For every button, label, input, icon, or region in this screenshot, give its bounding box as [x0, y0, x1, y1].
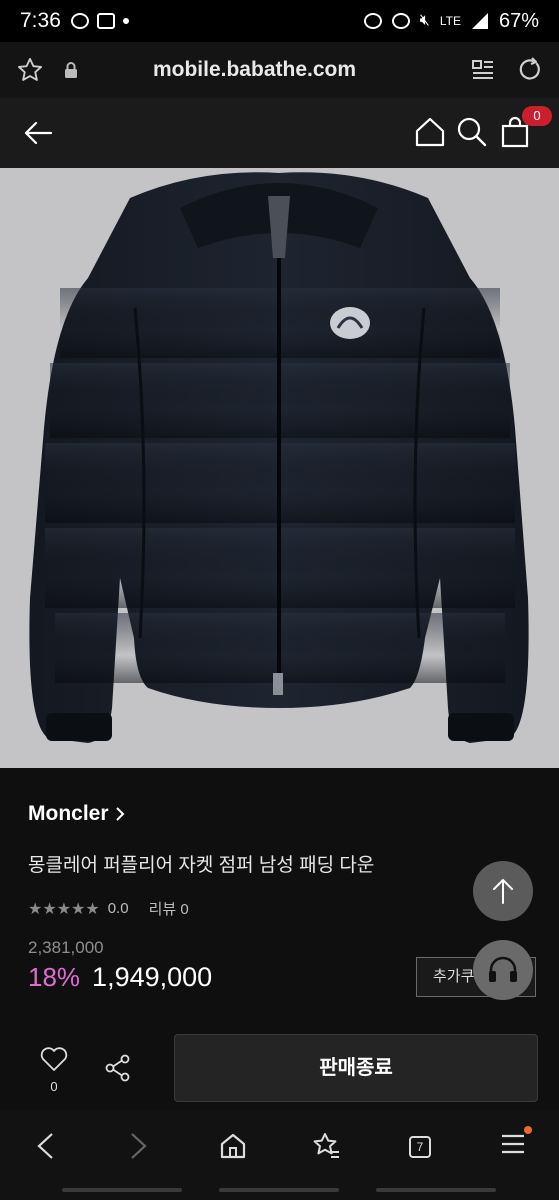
headset-icon — [489, 956, 517, 982]
alarm-icon — [363, 13, 382, 29]
battery-level: 67% — [498, 9, 539, 32]
home-icon[interactable] — [414, 116, 446, 148]
network-type: LTE — [439, 14, 461, 28]
status-time: 7:36 — [20, 9, 61, 32]
search-icon[interactable] — [456, 116, 488, 148]
rating-stars: ★★★★★ — [28, 900, 100, 918]
cart-count-badge: 0 — [522, 106, 552, 126]
app-header: 0 — [0, 98, 559, 168]
brand-link[interactable]: Moncler — [28, 802, 125, 826]
review-link[interactable]: 리뷰 0 — [149, 898, 189, 919]
heart-icon — [40, 1047, 68, 1071]
scroll-top-button[interactable] — [473, 861, 533, 921]
url-text[interactable]: mobile.babathe.com — [38, 58, 471, 82]
share-icon[interactable] — [104, 1054, 132, 1082]
gesture-bar — [62, 1188, 496, 1192]
rating-value: 0.0 — [107, 900, 129, 917]
customer-service-button[interactable] — [473, 940, 533, 1000]
signal-icon — [471, 13, 488, 29]
like-button[interactable]: 0 — [38, 1046, 70, 1094]
price-row: 18% 1,949,000 — [28, 962, 212, 993]
brand-name: Moncler — [28, 802, 109, 825]
sold-out-button[interactable]: 판매종료 — [174, 1034, 538, 1102]
product-image[interactable] — [0, 168, 559, 768]
rating-row: ★★★★★ 0.0 리뷰 0 — [28, 898, 189, 919]
browser-url-bar: mobile.babathe.com — [0, 42, 559, 98]
browser-bottom-nav: 7 — [0, 1110, 559, 1200]
chevron-right-icon — [115, 807, 124, 821]
arrow-up-icon — [493, 879, 513, 904]
reload-icon[interactable] — [517, 57, 543, 83]
like-count: 0 — [50, 1079, 58, 1094]
reader-mode-icon[interactable] — [471, 59, 495, 81]
browser-forward-icon[interactable] — [128, 1132, 150, 1165]
tabs-count-icon[interactable]: 7 — [409, 1136, 431, 1158]
gallery-notification-icon — [96, 13, 115, 29]
talk-notification-icon — [70, 13, 89, 29]
back-arrow-icon[interactable] — [20, 118, 56, 148]
menu-icon[interactable] — [500, 1132, 526, 1161]
browser-back-icon[interactable] — [34, 1132, 56, 1165]
status-bar: 7:36 🔇︎ LTE 67% — [0, 0, 559, 42]
purchase-action-bar: 0 판매종료 — [0, 1030, 559, 1110]
original-price: 2,381,000 — [28, 938, 104, 957]
menu-notification-dot — [524, 1126, 532, 1134]
product-title: 몽클레어 퍼플리어 자켓 점퍼 남성 패딩 다운 — [28, 855, 375, 876]
mute-icon: 🔇︎ — [419, 12, 430, 29]
more-notifications-icon — [122, 18, 129, 24]
discount-rate: 18% — [28, 962, 81, 992]
sale-price: 1,949,000 — [92, 962, 213, 992]
browser-home-icon[interactable] — [219, 1132, 247, 1165]
clock-icon — [391, 13, 410, 29]
bookmarks-icon[interactable] — [311, 1132, 341, 1167]
